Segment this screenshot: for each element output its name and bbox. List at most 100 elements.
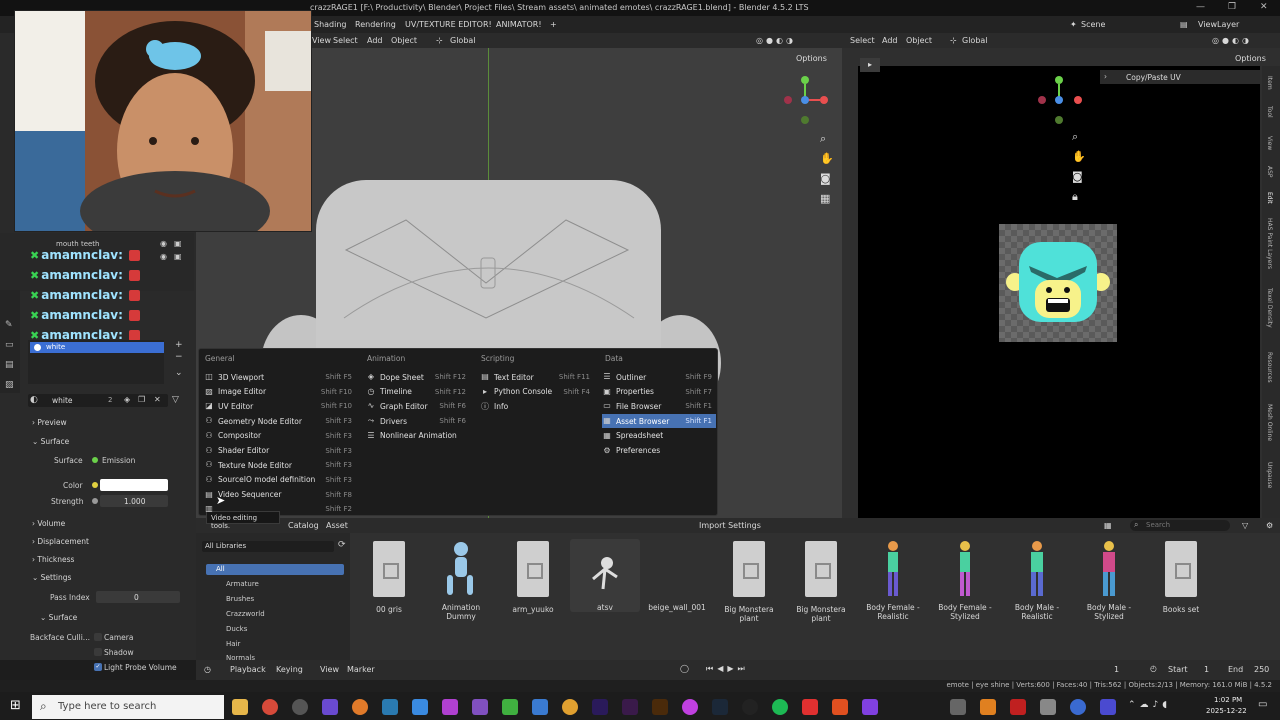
pass-index-field[interactable]: 0 <box>96 591 180 603</box>
tool-tab-icon[interactable]: ✎ <box>5 320 13 330</box>
section-displacement[interactable]: › Displacement <box>32 537 89 546</box>
file-explorer-icon[interactable] <box>232 699 248 715</box>
asset-item[interactable]: Body Female - Realistic <box>858 539 928 621</box>
timeline-editor-icon[interactable]: ◷ <box>204 665 211 674</box>
asset-item[interactable]: Body Male - Realistic <box>1002 539 1072 621</box>
add-slot-icon[interactable]: + <box>175 340 183 350</box>
surface-shader-value[interactable]: Emission <box>102 456 135 465</box>
app-icon[interactable] <box>382 699 398 715</box>
slot-menu-icon[interactable]: ⌄ <box>175 368 183 378</box>
tab-texel-density[interactable]: Texel Density <box>1266 288 1273 328</box>
app-icon[interactable] <box>562 699 578 715</box>
asset-menu[interactable]: Asset <box>326 521 348 530</box>
uv-select-menu[interactable]: Select <box>850 36 875 45</box>
tray-icon[interactable] <box>1040 699 1056 715</box>
asset-item[interactable]: Body Male - Stylized <box>1074 539 1144 621</box>
section-surface-settings[interactable]: ⌄ Surface <box>40 613 77 622</box>
camera-checkbox[interactable] <box>94 633 102 641</box>
navigation-gizmo[interactable] <box>782 74 832 128</box>
library-selector[interactable]: All Libraries <box>202 541 334 552</box>
unlink-close-icon[interactable]: ✕ <box>154 395 161 404</box>
asset-item[interactable]: atsv <box>570 539 640 612</box>
menu-item-3d-viewport[interactable]: ◫ 3D Viewport Shift F5 <box>204 370 356 384</box>
menu-item-text-editor[interactable]: ▤ Text Editor Shift F11 <box>480 370 594 384</box>
asset-item[interactable]: Books set <box>1146 539 1216 614</box>
copy-paste-uv-panel[interactable]: › Copy/Paste UV <box>1100 70 1260 84</box>
light-probe-checkbox[interactable]: ✓ <box>94 663 102 671</box>
minimize-icon[interactable]: — <box>1196 2 1205 12</box>
app-icon[interactable] <box>442 699 458 715</box>
app-icon[interactable] <box>502 699 518 715</box>
material-name-field[interactable]: white 2 ◈ ❐ ✕ <box>28 394 168 407</box>
uv-orientation-dropdown[interactable]: Global <box>962 36 988 45</box>
autokey-record-icon[interactable]: ◯ <box>680 664 689 673</box>
app-icon[interactable] <box>682 699 698 715</box>
menu-item-geometry-node-editor[interactable]: ⚇ Geometry Node Editor Shift F3 <box>204 414 356 428</box>
output-tab-icon[interactable]: ▤ <box>5 360 14 370</box>
object-menu[interactable]: Object <box>391 36 417 45</box>
calculator-icon[interactable] <box>532 699 548 715</box>
uv-tool-select-icon[interactable]: ▸ <box>860 58 880 72</box>
scene-selector[interactable]: Scene <box>1081 20 1105 29</box>
section-surface[interactable]: ⌄ Surface <box>32 437 69 446</box>
tab-mesh-online[interactable]: Mesh Online <box>1266 404 1273 441</box>
uv-add-menu[interactable]: Add <box>882 36 898 45</box>
steam-icon[interactable] <box>712 699 728 715</box>
visibility-eye-icon[interactable]: ◉ <box>160 239 167 248</box>
asset-item[interactable]: Body Female - Stylized <box>930 539 1000 621</box>
select-menu[interactable]: Select <box>333 36 358 45</box>
view-layer-tab-icon[interactable]: ▨ <box>5 380 14 390</box>
shadow-checkbox[interactable] <box>94 648 102 656</box>
display-mode-icon[interactable]: ▦ <box>1104 521 1112 530</box>
uv-editor-canvas[interactable]: ▸ ⌕ ✋ ◙ 🔒︎ <box>858 58 1260 520</box>
section-settings[interactable]: ⌄ Settings <box>32 573 71 582</box>
clock-time[interactable]: 1:02 PM <box>1214 696 1242 704</box>
menu-item-drivers[interactable]: ⤳ Drivers Shift F6 <box>366 414 470 428</box>
catalog-crazzworld[interactable]: Crazzworld <box>226 610 265 618</box>
spotify-icon[interactable] <box>772 699 788 715</box>
section-volume[interactable]: › Volume <box>32 519 65 528</box>
asset-item[interactable]: Animation Dummy <box>426 539 496 621</box>
obs-icon[interactable] <box>292 699 308 715</box>
tray-icon[interactable] <box>950 699 966 715</box>
render-camera-icon[interactable]: ▣ <box>174 252 182 261</box>
notification-icon[interactable]: ▭ <box>1258 699 1267 710</box>
filter-funnel-icon[interactable]: ▽ <box>1242 521 1248 530</box>
menu-item-file-browser[interactable]: ▭ File Browser Shift F1 <box>602 399 716 413</box>
shading-mode-icons[interactable]: ◎●◐◑ <box>756 36 796 45</box>
menu-item-graph-editor[interactable]: ∿ Graph Editor Shift F6 <box>366 399 470 413</box>
menu-item-dope-sheet[interactable]: ◈ Dope Sheet Shift F12 <box>366 370 470 384</box>
asset-item[interactable]: Big Monstera plant <box>714 539 784 623</box>
camera-icon[interactable]: ◙ <box>820 172 831 185</box>
view-menu[interactable]: View <box>312 36 331 45</box>
material-slot-white[interactable]: white <box>30 342 164 353</box>
menu-item-asset-browser[interactable]: ▦ Asset Browser Shift F1 <box>602 414 716 429</box>
uv-zoom-icon[interactable]: ⌕ <box>1072 130 1078 144</box>
clock-icon[interactable]: ◴ <box>1150 664 1157 673</box>
catalog-all[interactable]: All <box>206 564 344 575</box>
scene-icon[interactable]: ✦ <box>1070 20 1077 29</box>
asset-item[interactable]: 00 gris <box>354 539 424 614</box>
section-thickness[interactable]: › Thickness <box>32 555 74 564</box>
orientation-dropdown[interactable]: Global <box>450 36 476 45</box>
color-swatch[interactable] <box>100 479 168 491</box>
options-dropdown[interactable]: Options <box>796 54 827 63</box>
catalog-ducks[interactable]: Ducks <box>226 625 247 633</box>
uv-orientation-icon[interactable]: ⊹ <box>950 36 957 45</box>
menu-item-shader-editor[interactable]: ⚇ Shader Editor Shift F3 <box>204 444 356 458</box>
tab-view[interactable]: View <box>1266 136 1273 150</box>
tab-shading[interactable]: Shading <box>314 20 347 29</box>
tab-animator[interactable]: ANIMATOR! <box>496 20 542 29</box>
section-preview[interactable]: › Preview <box>32 418 67 427</box>
tray-icon[interactable] <box>1100 699 1116 715</box>
keying-menu[interactable]: Keying <box>276 665 303 674</box>
menu-item-outliner[interactable]: ☰ Outliner Shift F9 <box>602 370 716 384</box>
start-windows-icon[interactable]: ⊞ <box>10 698 21 713</box>
playback-menu[interactable]: Playback <box>230 665 266 674</box>
add-menu[interactable]: Add <box>367 36 383 45</box>
asset-item[interactable]: beige_wall_001 <box>642 539 712 612</box>
filezilla-icon[interactable] <box>1010 699 1026 715</box>
chrome-icon[interactable] <box>262 699 278 715</box>
menu-item-properties[interactable]: ▣ Properties Shift F7 <box>602 385 716 399</box>
catalog-armature[interactable]: Armature <box>226 580 259 588</box>
